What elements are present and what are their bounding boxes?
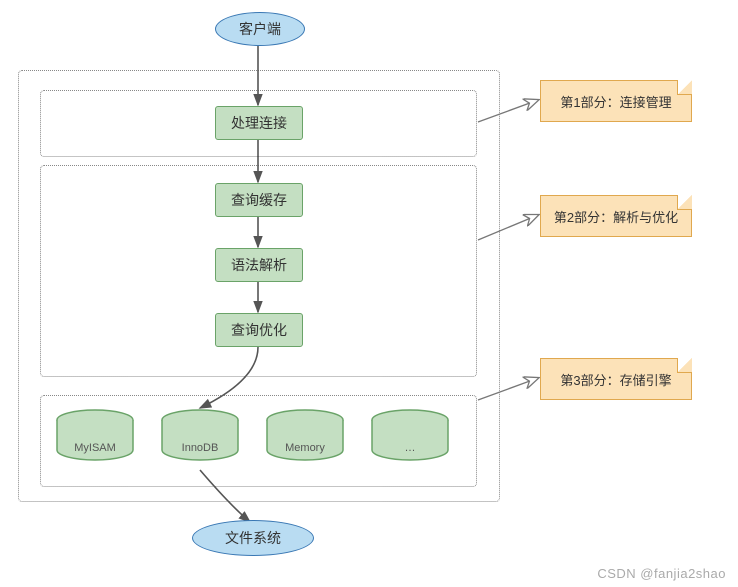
callout-connection-label: 第1部分：连接管理	[560, 92, 671, 111]
node-query-cache-label: 查询缓存	[231, 190, 287, 210]
footer-watermark: CSDN @fanjia2shao	[597, 566, 726, 581]
node-engine-memory: Memory	[265, 420, 345, 465]
node-engine-memory-label: Memory	[285, 442, 325, 454]
node-engine-myisam-label: MyISAM	[74, 442, 116, 454]
callout-connection: 第1部分：连接管理	[540, 80, 692, 122]
node-engine-innodb-label: InnoDB	[182, 442, 219, 454]
node-query-cache: 查询缓存	[215, 183, 303, 217]
callout-parse-label: 第2部分：解析与优化	[554, 207, 678, 226]
node-handle-conn-label: 处理连接	[231, 113, 287, 133]
node-client: 客户端	[215, 12, 305, 46]
node-engine-myisam: MyISAM	[55, 420, 135, 465]
node-optimize: 查询优化	[215, 313, 303, 347]
callout-engine: 第3部分：存储引擎	[540, 358, 692, 400]
node-handle-conn: 处理连接	[215, 106, 303, 140]
node-filesystem: 文件系统	[192, 520, 314, 556]
node-optimize-label: 查询优化	[231, 320, 287, 340]
node-engine-more: …	[370, 420, 450, 465]
callout-parse: 第2部分：解析与优化	[540, 195, 692, 237]
node-engine-more-label: …	[405, 442, 416, 454]
callout-engine-label: 第3部分：存储引擎	[560, 370, 671, 389]
node-parse: 语法解析	[215, 248, 303, 282]
node-filesystem-label: 文件系统	[225, 528, 281, 548]
node-parse-label: 语法解析	[231, 255, 287, 275]
node-engine-innodb: InnoDB	[160, 420, 240, 465]
node-client-label: 客户端	[239, 19, 281, 39]
